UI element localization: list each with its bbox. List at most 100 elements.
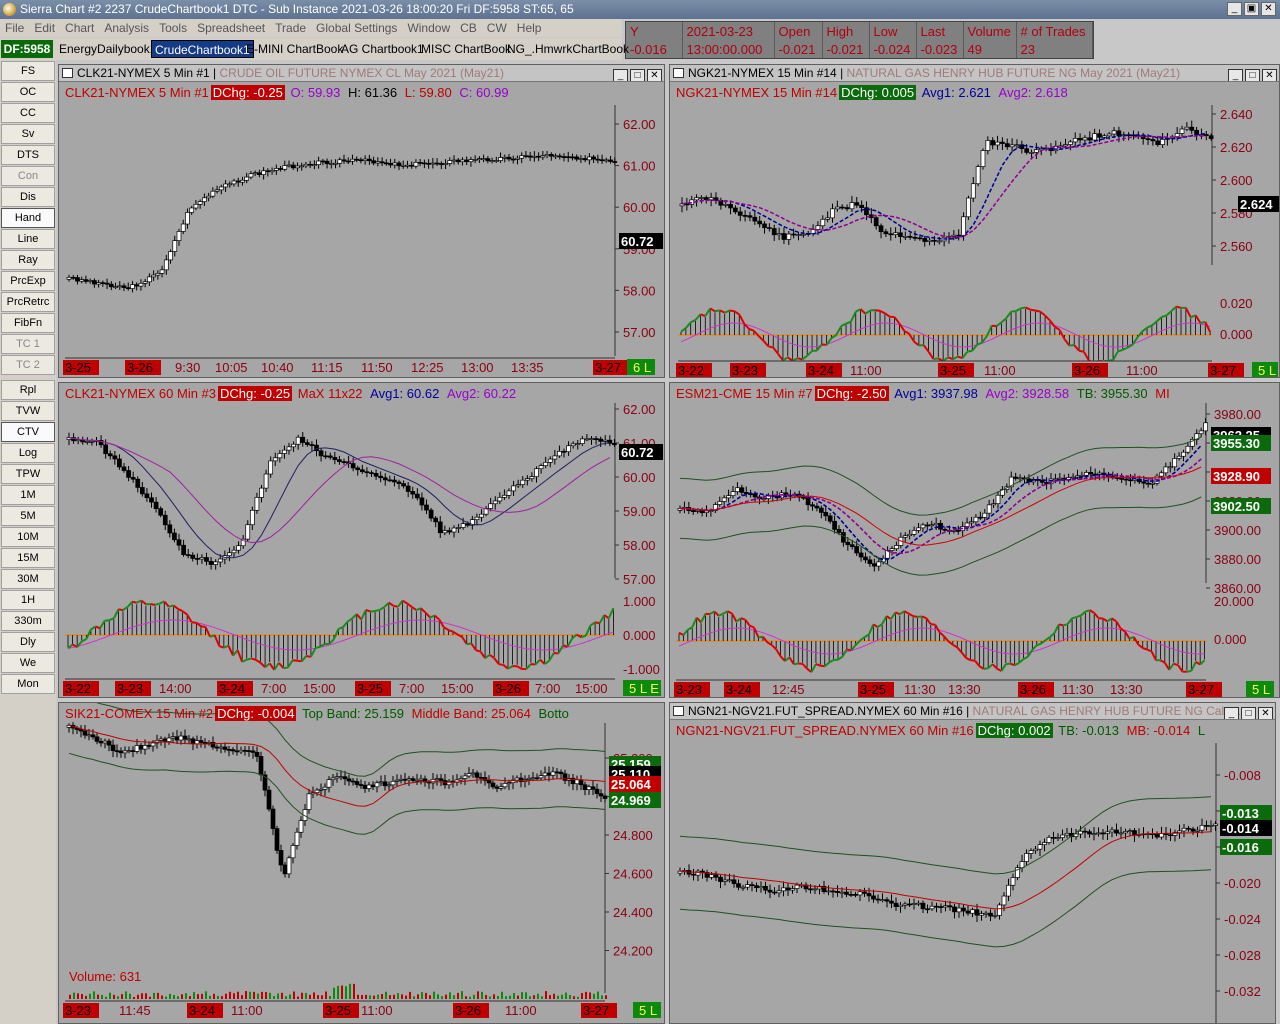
tool-we-button[interactable]: We [1,653,55,673]
oscillator-line [757,335,765,342]
menu-file[interactable]: File [0,19,29,37]
candle-body [150,742,156,747]
oscillator-line [278,662,285,669]
oscillator-line [287,659,294,669]
tool-dts-button[interactable]: DTS [1,145,55,165]
tool-fibfn-button[interactable]: FibFn [1,313,55,333]
oscillator-line [1044,314,1051,322]
candle-body [282,165,288,170]
candle-body [312,164,317,166]
maximize-icon[interactable]: □ [630,69,645,81]
chart-canvas[interactable]: 3980.003960.003940.003920.003900.003880.… [670,383,1280,698]
tool-log-button[interactable]: Log [1,443,55,463]
candle-body [249,509,255,526]
volume-bar [249,991,251,999]
chart-canvas[interactable]: 2.6402.6202.6002.5802.5600.0200.0002.624… [670,83,1280,378]
minimize-icon[interactable]: _ [1224,707,1239,719]
chart-canvas[interactable]: 62.0061.0060.0059.0058.0057.0060.723-25 3… [59,83,665,378]
tool-hand-button[interactable]: Hand [1,208,55,228]
tool-rpl-button[interactable]: Rpl [1,380,55,400]
menu-cb[interactable]: CB [455,19,482,37]
close-icon[interactable]: ✕ [647,69,662,81]
candle-body [506,490,512,496]
tab-crudechartbook1[interactable]: CrudeChartbook1 [151,40,254,58]
tool-sv-button[interactable]: Sv [1,124,55,144]
oscillator-line [930,623,936,626]
tab-energydailybook1[interactable]: EnergyDailybook1 [56,40,159,58]
candle-body [801,496,807,499]
menu-trade[interactable]: Trade [270,19,311,37]
tool-dly-button[interactable]: Dly [1,632,55,652]
tool-prcexp-button[interactable]: PrcExp [1,271,55,291]
menu-analysis[interactable]: Analysis [99,19,154,37]
tool-ray-button[interactable]: Ray [1,250,55,270]
candle-body [434,778,440,781]
tool-dis-button[interactable]: Dis [1,187,55,207]
tool-tvw-button[interactable]: TVW [1,401,55,421]
minimize-button[interactable]: _ [1227,2,1242,16]
candle-body [796,234,801,236]
chart-canvas[interactable]: 62.0061.0060.0059.0058.0057.001.0000.000… [59,383,665,698]
tool-con-button[interactable]: Con [1,166,55,186]
restore-button[interactable]: ▣ [1244,2,1259,16]
menu-bar: File Edit Chart Analysis Tools Spreadsheet Tra… [0,19,622,37]
candle-body [1028,850,1034,854]
tool-1m-button[interactable]: 1M [1,485,55,505]
tab-misc-chartbook[interactable]: MISC ChartBook [418,40,514,58]
chart-window-ngn-spread[interactable]: NGN21-NGV21.FUT_SPREAD.NYMEX 60 Min #16 … [669,702,1276,1024]
close-icon[interactable]: ✕ [1258,707,1273,719]
tool-ctv-button[interactable]: CTV [1,422,55,442]
tool-tpw-button[interactable]: TPW [1,464,55,484]
menu-global-settings[interactable]: Global Settings [311,19,402,37]
tool-mon-button[interactable]: Mon [1,674,55,694]
menu-help[interactable]: Help [512,19,547,37]
chart-canvas[interactable]: 25.20025.00024.80024.60024.40024.200Volu… [59,703,665,1024]
chart-window-clk-60min[interactable]: 62.00 61.00 60.00 59.00 58.00 57.00 1.000 0.000… [58,382,665,698]
maximize-icon[interactable]: □ [1241,707,1256,719]
minimize-icon[interactable]: _ [1228,69,1243,81]
menu-edit[interactable]: Edit [29,19,60,37]
tool-cc-button[interactable]: CC [1,103,55,123]
chart-window-ngk-15min[interactable]: NGK21-NYMEX 15 Min #14 | NATURAL GAS HEN… [669,64,1280,378]
tab-ng-hmwrk-chartbook[interactable]: NG_.HmwrkChartBook [504,40,632,58]
menu-chart[interactable]: Chart [60,19,99,37]
tool-fs-button[interactable]: FS [1,61,55,81]
tool-30m-button[interactable]: 30M [1,569,55,589]
chart-window-esm-15min[interactable]: 3980.003960.003940.003920.003900.003880.… [669,382,1280,698]
tool-oc-button[interactable]: OC [1,82,55,102]
candle-body [880,899,885,902]
oscillator-line [1010,310,1017,313]
tab-emini-chartbook[interactable]: E-MINI ChartBook [243,40,346,58]
menu-window[interactable]: Window [402,19,455,37]
close-icon[interactable]: ✕ [1262,69,1277,81]
candle-body [194,558,200,560]
close-button[interactable]: ✕ [1261,2,1276,16]
tool-10m-button[interactable]: 10M [1,527,55,547]
tool-tc-2-button[interactable]: TC 2 [1,355,55,375]
tool-1h-button[interactable]: 1H [1,590,55,610]
oscillator-line [223,644,229,649]
oscillator-line [1027,649,1034,658]
tool-330m-button[interactable]: 330m [1,611,55,631]
chart-canvas[interactable]: -0.008-0.012-0.016-0.020-0.024-0.028-0.0… [670,721,1276,1024]
oscillator-line [461,636,468,645]
tool-prcretrc-button[interactable]: PrcRetrc [1,292,55,312]
chart-window-clk-5min[interactable]: CLK21-NYMEX 5 Min #1 | CRUDE OIL FUTURE … [58,64,665,378]
oscillator-line [766,641,773,646]
candle-body [854,546,860,554]
volume-bar [333,987,335,999]
oscillator-line [163,600,170,608]
tab-ag-chartbook1[interactable]: AG Chartbook1 [338,40,427,58]
tool-tc-1-button[interactable]: TC 1 [1,334,55,354]
tool-5m-button[interactable]: 5M [1,506,55,526]
menu-tools[interactable]: Tools [154,19,192,37]
menu-spreadsheet[interactable]: Spreadsheet [192,19,270,37]
candle-body [163,259,169,271]
minimize-icon[interactable]: _ [613,69,628,81]
tool-15m-button[interactable]: 15M [1,548,55,568]
maximize-icon[interactable]: □ [1245,69,1260,81]
menu-cw[interactable]: CW [482,19,512,37]
chart-window-sik-15min[interactable]: 25.20025.00024.80024.60024.40024.200Volu… [58,702,665,1024]
candle-body [982,512,988,518]
tool-line-button[interactable]: Line [1,229,55,249]
